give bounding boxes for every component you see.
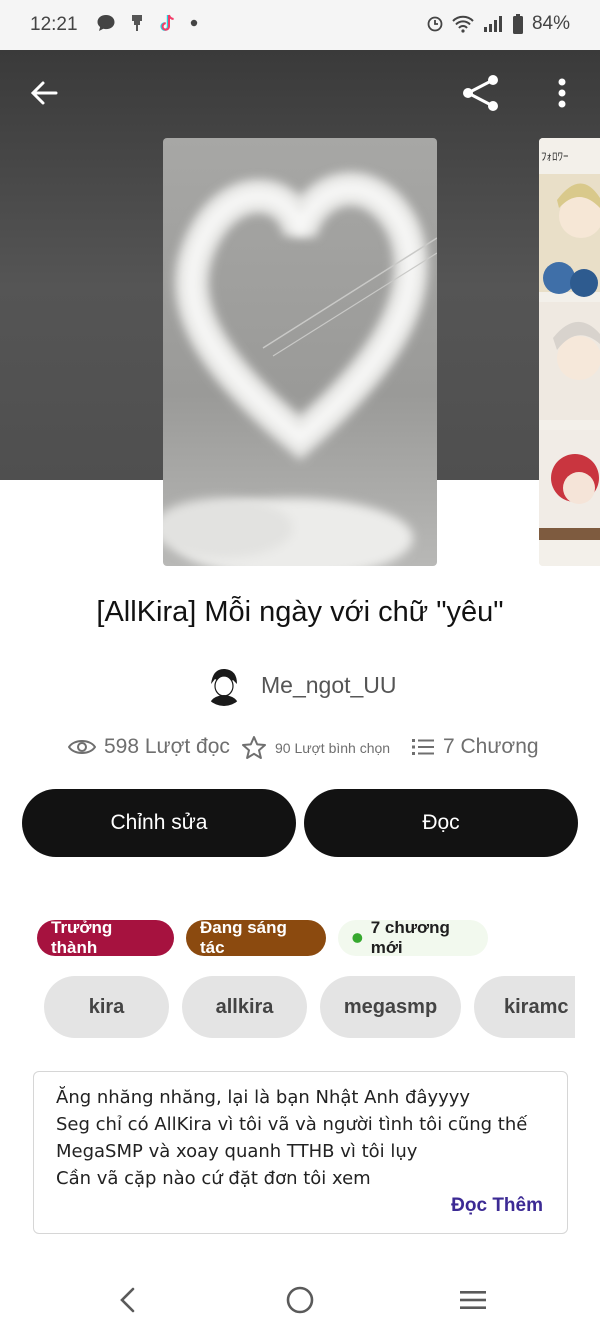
votes-stat: 90 Lượt bình chọn [241, 735, 390, 761]
nav-back-button[interactable] [107, 1280, 147, 1320]
eye-icon [68, 740, 96, 754]
ongoing-badge: Đang sáng tác [186, 918, 326, 957]
anime-characters-illustration: ﾌｫﾛﾜｰ [539, 138, 600, 566]
story-title: [AllKira] Mỗi ngày với chữ "yêu" [96, 596, 504, 628]
share-icon [463, 75, 498, 111]
ongoing-badge-label: Đang sáng tác [200, 918, 287, 957]
tiktok-icon [160, 14, 174, 31]
reads-stat: 598 Lượt đọc [68, 735, 230, 759]
story-description: Ăng nhăng nhăng, lại là bạn Nhật Anh đây… [33, 1071, 568, 1234]
system-nav-bar [0, 1262, 600, 1333]
mature-badge-label: Trưởng thành [51, 918, 113, 957]
votes-count: 90 Lượt bình chọn [275, 740, 391, 756]
list-icon [412, 739, 434, 755]
arrow-left-icon [30, 81, 58, 105]
description-line: MegaSMP và xoay quanh TTHB vì tôi lụy [56, 1141, 418, 1162]
status-time: 12:21 [30, 14, 78, 35]
next-story-cover[interactable]: ﾌｫﾛﾜｰ [539, 138, 600, 566]
chapters-stat: 7 Chương [411, 735, 539, 759]
chat-bubble-icon [97, 15, 115, 31]
reads-count: 598 Lượt đọc [104, 735, 230, 758]
description-line: Seg chỉ có AllKira vì tôi vã và người tì… [56, 1114, 528, 1135]
author-avatar[interactable] [203, 664, 245, 706]
chevron-left-icon [120, 1287, 135, 1313]
star-icon [242, 736, 266, 759]
usb-icon [132, 15, 142, 31]
story-stats: 598 Lượt đọc 90 Lượt bình chọn 7 Chương [0, 733, 600, 769]
description-line: Ăng nhăng nhăng, lại là bạn Nhật Anh đây… [56, 1087, 471, 1108]
signal-icon [483, 16, 502, 32]
story-cover-image[interactable] [163, 138, 437, 566]
avatar-illustration [203, 664, 245, 706]
nav-home-button[interactable] [280, 1280, 320, 1320]
nav-recents-button[interactable] [453, 1280, 493, 1320]
edit-button[interactable]: Chỉnh sửa [22, 789, 296, 857]
system-icons: 84% [426, 13, 570, 35]
tag-kira[interactable]: kira [44, 976, 169, 1038]
author-name[interactable]: Me_ngot_UU [261, 672, 397, 699]
read-more-link[interactable]: Đọc Thêm [451, 1192, 543, 1219]
dot-icon [190, 19, 198, 27]
back-button[interactable] [24, 73, 64, 113]
battery-icon [512, 14, 523, 34]
description-line: Cần vã cặp nào cứ đặt đơn tôi xem [56, 1168, 371, 1189]
new-chapters-badge: 7 chương mới [338, 918, 488, 957]
tag-allkira[interactable]: allkira [182, 976, 307, 1038]
tag-kiramc[interactable]: kiramc [474, 976, 575, 1038]
mature-badge: Trưởng thành [37, 918, 174, 957]
new-chapters-label: 7 chương mới [370, 918, 450, 957]
read-button[interactable]: Đọc [304, 789, 578, 857]
more-vertical-icon [558, 78, 566, 108]
chapters-count: 7 Chương [443, 735, 539, 758]
svg-text:ﾌｫﾛﾜｰ: ﾌｫﾛﾜｰ [541, 150, 569, 163]
tag-megasmp[interactable]: megasmp [320, 976, 461, 1038]
author-link[interactable]: Me_ngot_UU [203, 660, 397, 710]
green-dot-icon [352, 933, 363, 943]
battery-percent: 84% [531, 13, 570, 34]
menu-lines-icon [460, 1291, 486, 1309]
home-circle-icon [286, 1286, 314, 1314]
notification-icons [96, 13, 198, 33]
wifi-icon [452, 15, 474, 33]
heart-cloud-illustration [163, 172, 437, 566]
status-bar: 12:21 84% [0, 0, 600, 50]
tag-kiramc-label: kiramc [504, 995, 569, 1018]
share-button[interactable] [460, 73, 500, 113]
more-options-button[interactable] [542, 73, 582, 113]
alarm-icon [427, 16, 443, 32]
